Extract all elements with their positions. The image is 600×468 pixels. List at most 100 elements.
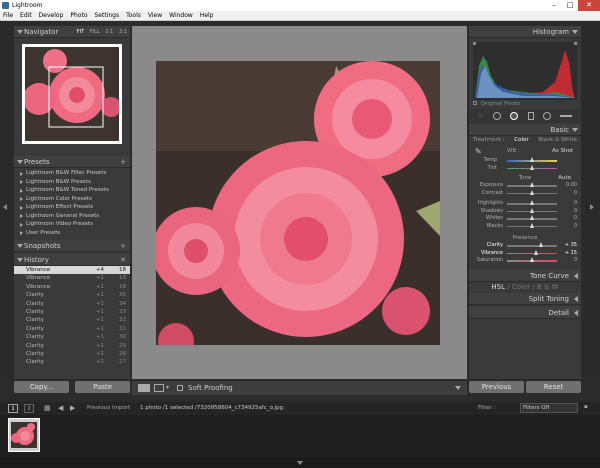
hsl-tab-color[interactable]: Color — [512, 283, 530, 291]
menu-help[interactable]: Help — [200, 12, 214, 19]
history-step[interactable]: Clarity +1 34 — [14, 300, 130, 308]
history-step[interactable]: Clarity +1 30 — [14, 333, 130, 341]
menu-window[interactable]: Window — [169, 12, 193, 19]
histogram-header[interactable]: Histogram — [469, 26, 581, 38]
forward-arrow-icon[interactable]: ▶ — [70, 404, 75, 412]
clarity-knob[interactable] — [539, 242, 543, 247]
auto-tone-button[interactable]: Auto — [558, 174, 571, 182]
preset-folder[interactable]: Lightroom Color Presets — [14, 195, 130, 204]
blacks-knob[interactable] — [530, 222, 534, 228]
saturation-slider[interactable]: Saturation 0 — [469, 257, 581, 265]
left-panel-toggle[interactable] — [0, 26, 12, 379]
add-preset-icon[interactable]: + — [120, 156, 126, 168]
history-step[interactable]: Vibrance +4 18 — [14, 266, 130, 275]
contrast-knob[interactable] — [530, 189, 534, 195]
filmstrip-toggle-icon[interactable] — [297, 461, 303, 465]
preset-folder[interactable]: Lightroom Effect Presets — [14, 203, 130, 212]
presets-header[interactable]: Presets + — [14, 156, 130, 168]
shadows-slider[interactable]: Shadows 0 — [469, 207, 581, 216]
previous-button[interactable]: Previous — [469, 381, 524, 393]
history-step[interactable]: Clarity +1 27 — [14, 358, 130, 366]
history-step[interactable]: Clarity +1 31 — [14, 325, 130, 333]
right-panel-toggle[interactable] — [586, 26, 598, 379]
before-after-icon[interactable] — [154, 384, 164, 392]
nav-mode-fill[interactable]: FILL — [90, 29, 100, 35]
shadows-knob[interactable] — [530, 207, 534, 213]
adjustment-brush-icon[interactable] — [560, 115, 573, 117]
filter-select[interactable]: Filters Off — [520, 403, 578, 413]
compare-options-icon[interactable]: ▾ — [166, 384, 172, 392]
whites-slider[interactable]: Whites 0 — [469, 215, 581, 223]
menu-view[interactable]: View — [148, 12, 162, 19]
exposure-knob[interactable] — [530, 182, 534, 187]
temp-knob[interactable] — [530, 157, 534, 162]
saturation-knob[interactable] — [530, 257, 534, 262]
nav-mode-3to1[interactable]: 3:1 — [119, 29, 127, 35]
clear-history-icon[interactable]: ✕ — [120, 254, 126, 266]
contrast-slider[interactable]: Contrast 0 — [469, 189, 581, 198]
highlights-knob[interactable] — [530, 200, 534, 205]
tint-slider[interactable]: Tint — [469, 164, 581, 173]
toolbar-menu-icon[interactable] — [455, 386, 461, 390]
preset-folder[interactable]: Lightroom B&W Toned Presets — [14, 186, 130, 195]
menu-photo[interactable]: Photo — [70, 12, 87, 19]
grid-view-icon[interactable]: ▦ — [44, 404, 51, 412]
treatment-bw-option[interactable]: Black & White — [538, 136, 577, 145]
minimize-button[interactable]: – — [546, 0, 562, 11]
hsl-header[interactable]: HSL / Color / B & W — [469, 282, 581, 293]
nav-mode-1to1[interactable]: 1:1 — [105, 29, 113, 35]
exposure-slider[interactable]: Exposure 0.00 — [469, 182, 581, 190]
preset-folder[interactable]: Lightroom B&W Presets — [14, 178, 130, 187]
preset-folder[interactable]: Lightroom Video Presets — [14, 220, 130, 229]
wb-select[interactable]: As Shot — [552, 145, 573, 157]
history-step[interactable]: Clarity +1 28 — [14, 350, 130, 358]
vibrance-slider[interactable]: Vibrance + 15 — [469, 249, 581, 258]
soft-proofing-checkbox[interactable] — [177, 385, 183, 391]
copy-button[interactable]: Copy... — [14, 381, 69, 393]
close-button[interactable]: ✕ — [578, 0, 600, 11]
preset-folder[interactable]: User Presets — [14, 229, 130, 238]
history-step[interactable]: Clarity +1 35 — [14, 291, 130, 299]
split-toning-header[interactable]: Split Toning — [469, 292, 581, 305]
tone-curve-header[interactable]: Tone Curve — [469, 269, 581, 282]
navigator-preview[interactable] — [22, 44, 122, 144]
loupe-view-icon[interactable] — [138, 384, 150, 392]
add-snapshot-icon[interactable]: + — [120, 240, 126, 252]
image-canvas[interactable] — [132, 26, 467, 379]
paste-button[interactable]: Paste — [75, 381, 130, 393]
menu-settings[interactable]: Settings — [95, 12, 120, 19]
menu-develop[interactable]: Develop — [39, 12, 64, 19]
preset-folder[interactable]: Lightroom B&W Filter Presets — [14, 169, 130, 178]
temp-slider[interactable]: Temp — [469, 157, 581, 165]
hsl-tab-hsl[interactable]: HSL — [491, 283, 505, 291]
filmstrip-info[interactable]: 1 photo /1 selected /7320958604_c734925a… — [140, 405, 283, 411]
filmstrip-thumbnail[interactable] — [8, 418, 40, 452]
clarity-slider[interactable]: Clarity + 35 — [469, 242, 581, 250]
monitor-2-button[interactable]: 2 — [24, 404, 34, 413]
monitor-1-button[interactable]: 1 — [8, 404, 18, 413]
history-step[interactable]: Clarity +1 33 — [14, 308, 130, 316]
tint-knob[interactable] — [530, 164, 534, 170]
filter-lock-icon[interactable]: ▪ — [584, 404, 588, 410]
history-step[interactable]: Vibrance +1 18 — [14, 274, 130, 282]
filmstrip-source[interactable]: Previous Import — [87, 405, 130, 411]
red-eye-icon[interactable] — [527, 112, 534, 120]
original-photo-checkbox[interactable] — [473, 101, 477, 105]
spot-removal-icon[interactable] — [510, 112, 519, 120]
history-step[interactable]: Vibrance +1 18 — [14, 283, 130, 291]
blacks-slider[interactable]: Blacks 0 — [469, 222, 581, 231]
snapshots-header[interactable]: Snapshots + — [14, 240, 130, 252]
grid-overlay-icon[interactable]: ⁙ — [478, 112, 484, 120]
navigator-header[interactable]: Navigator FIT FILL 1:1 3:1 — [14, 26, 130, 38]
treatment-color-option[interactable]: Color — [514, 136, 528, 145]
highlights-slider[interactable]: Highlights 0 — [469, 200, 581, 208]
crop-tool-icon[interactable] — [492, 112, 501, 120]
history-step[interactable]: Clarity +1 32 — [14, 316, 130, 324]
hsl-tab-bw[interactable]: B & W — [537, 283, 559, 291]
menu-tools[interactable]: Tools — [126, 12, 141, 19]
graduated-filter-icon[interactable] — [542, 112, 551, 120]
history-header[interactable]: History ✕ — [14, 254, 130, 266]
vibrance-knob[interactable] — [534, 249, 538, 255]
maximize-button[interactable]: □ — [562, 0, 578, 11]
detail-header[interactable]: Detail — [469, 306, 581, 319]
